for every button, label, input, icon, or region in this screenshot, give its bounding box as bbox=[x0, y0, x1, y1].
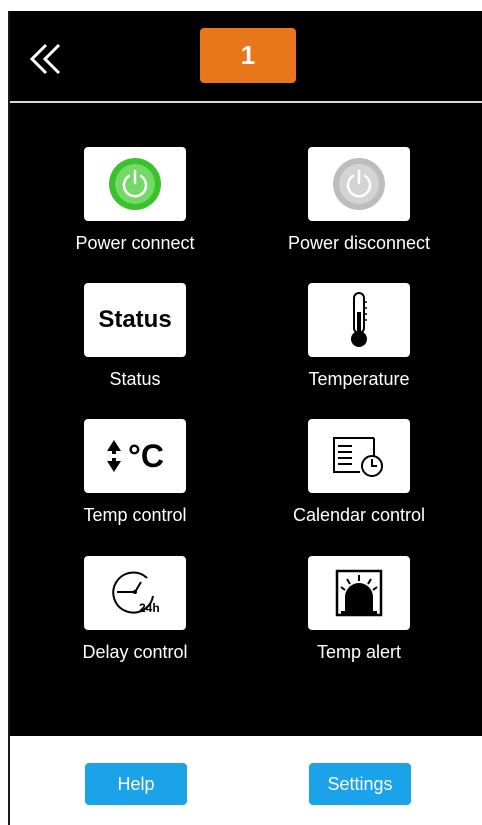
status-icon-box: Status bbox=[84, 283, 186, 357]
tile-status[interactable]: Status Status bbox=[34, 283, 214, 403]
alarm-light-icon bbox=[335, 569, 383, 617]
app-screen: 1 Power connect Power disconnect Status … bbox=[8, 11, 482, 825]
tile-label: Calendar control bbox=[292, 505, 426, 525]
tile-power-disconnect[interactable]: Power disconnect bbox=[258, 147, 438, 267]
tile-temp-alert[interactable]: Temp alert bbox=[258, 556, 438, 676]
tile-label: Power disconnect bbox=[287, 233, 431, 253]
calendar-clock-icon bbox=[333, 437, 383, 477]
status-icon: Status bbox=[98, 306, 172, 333]
settings-button[interactable]: Settings bbox=[309, 763, 411, 805]
power-disconnect-icon-box bbox=[308, 147, 410, 221]
up-down-arrows-icon bbox=[107, 440, 122, 472]
tile-label: Delay control bbox=[82, 642, 188, 662]
tile-label: Temp alert bbox=[316, 642, 402, 662]
double-chevron-left-icon bbox=[29, 43, 61, 75]
thermometer-icon bbox=[351, 292, 367, 347]
calendar-control-icon-box bbox=[308, 419, 410, 493]
tile-temp-control[interactable]: °C Temp control bbox=[34, 419, 214, 539]
power-on-icon bbox=[109, 158, 161, 210]
temperature-icon-box bbox=[308, 283, 410, 357]
power-connect-icon-box bbox=[84, 147, 186, 221]
control-grid: Power connect Power disconnect Status St… bbox=[10, 103, 482, 736]
tile-calendar-control[interactable]: Calendar control bbox=[258, 419, 438, 539]
delay-control-icon-box: 24h bbox=[84, 556, 186, 630]
tile-delay-control[interactable]: 24h Delay control bbox=[34, 556, 214, 676]
delay-24h-label: 24h bbox=[139, 601, 160, 615]
tile-label: Status bbox=[109, 369, 161, 389]
tile-label: Temperature bbox=[308, 369, 410, 389]
tile-label: Power connect bbox=[75, 233, 195, 253]
power-off-icon bbox=[333, 158, 385, 210]
temp-control-icon-box: °C bbox=[84, 419, 186, 493]
tile-power-connect[interactable]: Power connect bbox=[34, 147, 214, 267]
footer-bar: Help Settings bbox=[10, 736, 482, 825]
device-number-badge[interactable]: 1 bbox=[200, 28, 296, 83]
header: 1 bbox=[10, 11, 482, 101]
tile-temperature[interactable]: Temperature bbox=[258, 283, 438, 403]
tile-label: Temp control bbox=[83, 505, 187, 525]
delay-24h-icon: 24h bbox=[112, 571, 160, 615]
temp-alert-icon-box bbox=[308, 556, 410, 630]
celsius-label: °C bbox=[128, 437, 164, 474]
back-button[interactable] bbox=[26, 41, 66, 77]
temp-control-icon: °C bbox=[106, 438, 164, 475]
help-button[interactable]: Help bbox=[85, 763, 187, 805]
